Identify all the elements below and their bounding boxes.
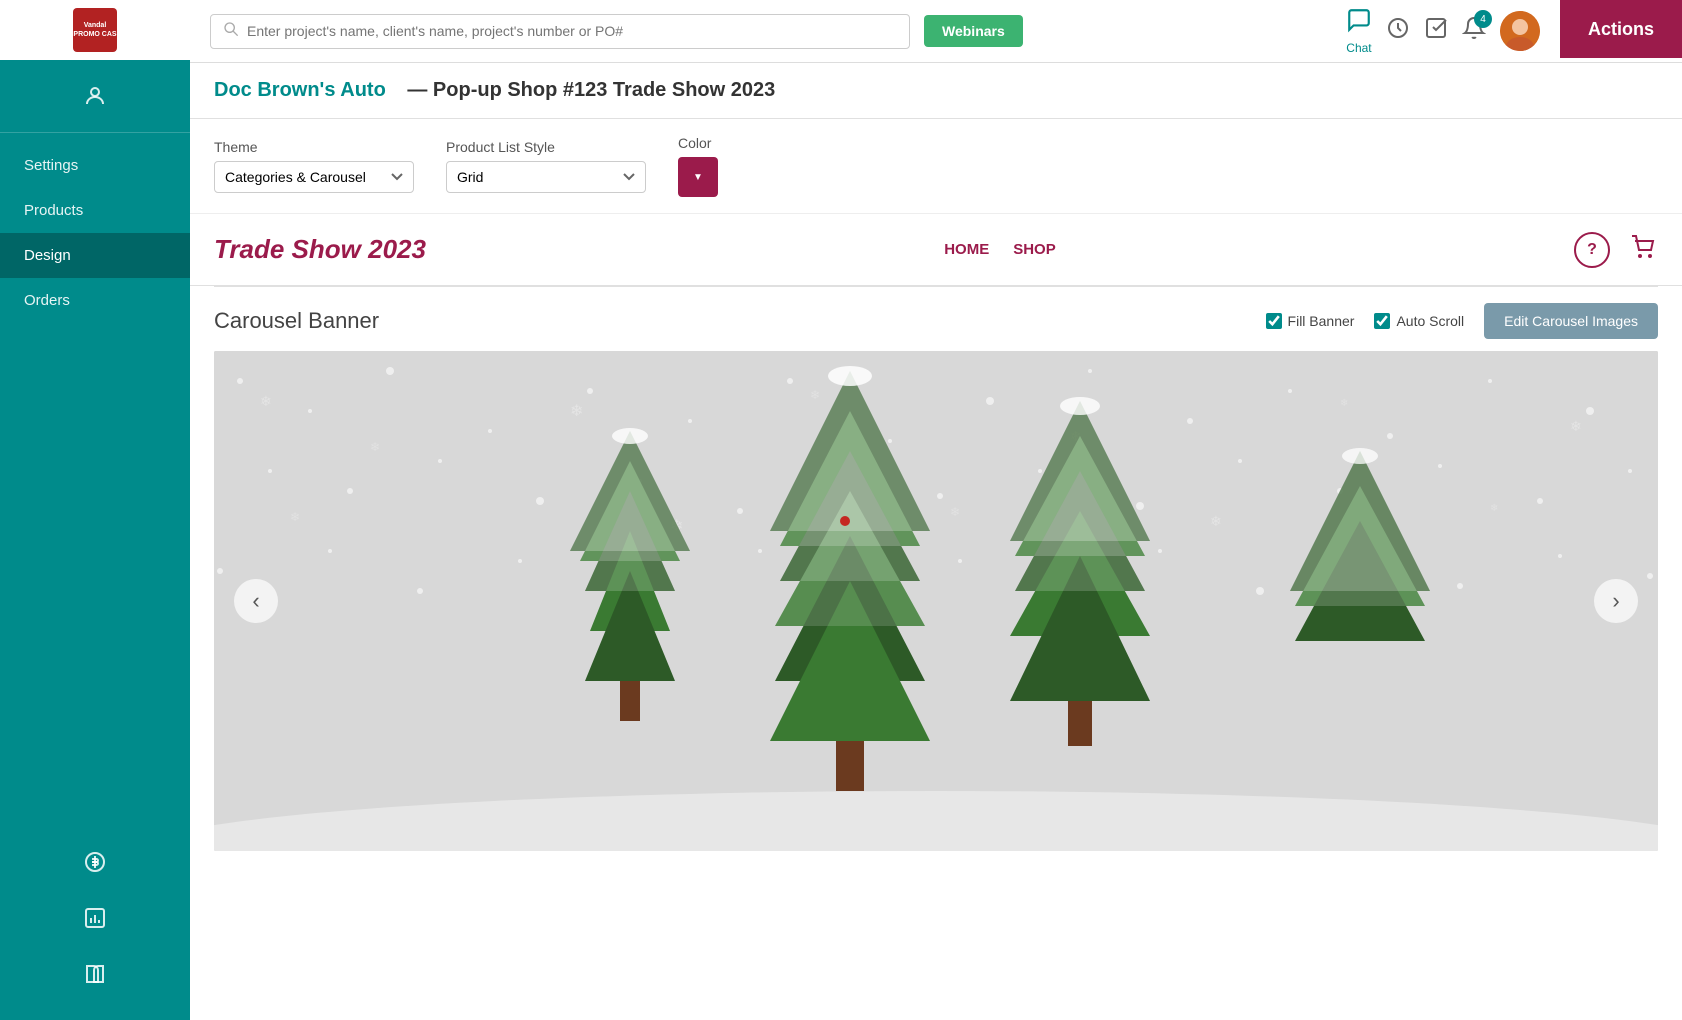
sidebar-item-products[interactable]: Products bbox=[0, 188, 190, 233]
page-header: Doc Brown's Auto — Pop-up Shop #123 Trad… bbox=[190, 63, 1682, 119]
sidebar-item-design[interactable]: Design bbox=[0, 233, 190, 278]
help-icon[interactable]: ? bbox=[1574, 232, 1610, 268]
shop-nav-shop[interactable]: SHOP bbox=[1013, 241, 1056, 258]
svg-text:❄: ❄ bbox=[1570, 418, 1582, 434]
color-swatch-button[interactable] bbox=[678, 157, 718, 197]
svg-text:❄: ❄ bbox=[1490, 503, 1498, 514]
svg-text:❄: ❄ bbox=[950, 505, 960, 519]
cart-icon[interactable] bbox=[1626, 230, 1658, 269]
fill-banner-label[interactable]: Fill Banner bbox=[1266, 313, 1355, 329]
actions-button[interactable]: Actions bbox=[1560, 0, 1682, 58]
sidebar-icon-book[interactable] bbox=[83, 948, 107, 1000]
breadcrumb-link[interactable]: Doc Brown's Auto bbox=[214, 79, 386, 102]
carousel-section: Carousel Banner Fill Banner Auto Scroll … bbox=[190, 287, 1682, 867]
product-list-style-group: Product List Style Grid List Masonry bbox=[446, 139, 646, 193]
sidebar-item-orders[interactable]: Orders bbox=[0, 278, 190, 323]
sidebar-item-settings[interactable]: Settings bbox=[0, 143, 190, 188]
color-label: Color bbox=[678, 135, 718, 151]
sidebar: VandalPROMO CAS Settings Products Design… bbox=[0, 0, 190, 1020]
svg-text:❄: ❄ bbox=[370, 440, 380, 454]
settings-row: Theme Categories & Carousel Standard Gri… bbox=[190, 119, 1682, 214]
product-list-select[interactable]: Grid List Masonry bbox=[446, 161, 646, 193]
auto-scroll-label[interactable]: Auto Scroll bbox=[1374, 313, 1464, 329]
sidebar-logo: VandalPROMO CAS bbox=[0, 0, 190, 60]
clock-button[interactable] bbox=[1386, 16, 1410, 46]
chat-label: Chat bbox=[1346, 41, 1371, 55]
sidebar-icon-reports[interactable] bbox=[83, 892, 107, 944]
user-avatar[interactable] bbox=[1500, 11, 1540, 51]
theme-label: Theme bbox=[214, 139, 414, 155]
tasks-button[interactable] bbox=[1424, 16, 1448, 46]
search-input[interactable] bbox=[247, 23, 897, 39]
product-list-label: Product List Style bbox=[446, 139, 646, 155]
auto-scroll-checkbox[interactable] bbox=[1374, 313, 1390, 329]
shop-nav-home[interactable]: HOME bbox=[944, 241, 989, 258]
notification-count: 4 bbox=[1474, 10, 1492, 28]
carousel-section-title: Carousel Banner bbox=[214, 308, 379, 334]
search-icon bbox=[223, 21, 239, 42]
main-area: Webinars Chat 4 bbox=[190, 0, 1682, 1020]
notifications-button[interactable]: 4 bbox=[1462, 16, 1486, 46]
color-group: Color bbox=[678, 135, 718, 197]
shop-icons: ? bbox=[1574, 230, 1658, 269]
svg-text:❄: ❄ bbox=[1210, 513, 1222, 529]
fill-banner-checkbox[interactable] bbox=[1266, 313, 1282, 329]
breadcrumb-current: — Pop-up Shop #123 Trade Show 2023 bbox=[407, 79, 775, 102]
svg-text:❄: ❄ bbox=[570, 403, 583, 420]
chat-icon bbox=[1346, 7, 1372, 39]
svg-text:❄: ❄ bbox=[1340, 398, 1348, 409]
webinars-button[interactable]: Webinars bbox=[924, 15, 1023, 47]
app-logo: VandalPROMO CAS bbox=[73, 8, 117, 52]
breadcrumb-separator bbox=[394, 79, 400, 102]
topbar: Webinars Chat 4 bbox=[190, 0, 1560, 62]
sidebar-nav: Settings Products Design Orders bbox=[0, 133, 190, 323]
carousel-banner: ‹ bbox=[214, 351, 1658, 851]
edit-carousel-button[interactable]: Edit Carousel Images bbox=[1484, 303, 1658, 339]
snow-scene: ❄ ❄ ❄ ❄ ❄ ❄ ❄ ❄ ❄ ❄ ❄ ❄ bbox=[214, 351, 1658, 851]
theme-group: Theme Categories & Carousel Standard Gri… bbox=[214, 139, 414, 193]
chat-button[interactable]: Chat bbox=[1346, 7, 1372, 55]
theme-select[interactable]: Categories & Carousel Standard Grid Only bbox=[214, 161, 414, 193]
topbar-right: Chat 4 bbox=[1346, 7, 1540, 55]
carousel-prev-button[interactable]: ‹ bbox=[234, 579, 278, 623]
carousel-section-header: Carousel Banner Fill Banner Auto Scroll … bbox=[214, 303, 1658, 339]
shop-title: Trade Show 2023 bbox=[214, 234, 426, 265]
sidebar-icon-dollar[interactable] bbox=[83, 836, 107, 888]
content-area: Trade Show 2023 HOME SHOP ? Carousel Ban… bbox=[190, 214, 1682, 1020]
carousel-next-button[interactable]: › bbox=[1594, 579, 1638, 623]
svg-text:❄: ❄ bbox=[260, 393, 272, 409]
shop-nav: HOME SHOP bbox=[944, 241, 1056, 258]
shop-preview-header: Trade Show 2023 HOME SHOP ? bbox=[190, 214, 1682, 286]
search-bar bbox=[210, 14, 910, 49]
svg-text:❄: ❄ bbox=[810, 388, 820, 402]
sidebar-icon-profile[interactable] bbox=[83, 70, 107, 122]
carousel-controls: Fill Banner Auto Scroll Edit Carousel Im… bbox=[1266, 303, 1658, 339]
svg-text:❄: ❄ bbox=[290, 510, 300, 524]
